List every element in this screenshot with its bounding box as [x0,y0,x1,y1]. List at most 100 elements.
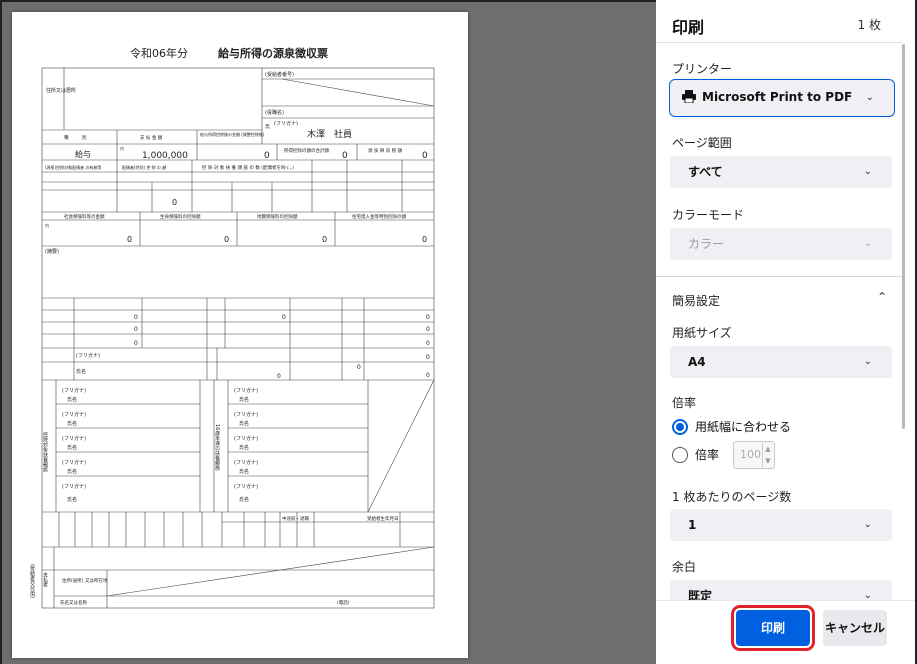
under16-section: 16歳未満の扶養親族 [214,424,220,472]
col-total-deduct: 所得控除の額の合計額 [284,147,329,154]
housing-loan-value: 0 [422,235,427,244]
u16-5-name: 氏名 [239,496,249,503]
pages-per-sheet-value: 1 [688,518,697,532]
dep4-name: 氏名 [67,468,77,475]
u16-2-kana: (フリガナ) [234,411,258,418]
withholding-slip-form: 令和06年分 給与所得の源泉徴収票 (受給者番号) (役職名) (フリガナ) 氏… [29,46,435,609]
doc-title-main: 給与所得の源泉徴収票 [218,46,328,60]
dep2-kana: (フリガナ) [62,411,86,418]
payer-section: 支払者 [42,571,48,588]
spouse-name: 氏名 [76,368,86,375]
dep1-kana: (フリガナ) [62,387,86,394]
insurance-quake-value: 0 [322,235,327,244]
scale-input[interactable]: 100 ▲ ▼ [733,441,775,469]
print-settings-panel: 印刷 1 枚 プリンター Microsoft Print to PDF ⌄ ペー… [656,0,917,664]
print-preview-area: 令和06年分 給与所得の源泉徴収票 (受給者番号) (役職名) (フリガナ) 氏… [0,0,656,664]
total-deduct-value: 0 [342,151,348,161]
page-range-select[interactable]: すべて ⌄ [670,156,892,188]
page-range-label: ページ範囲 [672,136,732,150]
pages-per-sheet-select[interactable]: 1 ⌄ [670,509,892,541]
paper-size-value: A4 [688,355,706,369]
spouse-kana: (フリガナ) [76,352,100,359]
scale-option-label: 倍率 [695,448,720,462]
paper-size-label: 用紙サイズ [672,326,732,340]
insurance-quake: 地震保険料の控除額 [257,213,298,220]
dependents-header: 控 除 対 象 扶 養 親 族 の 数 (配偶者を除く。) [202,164,294,171]
u16-4-name: 氏名 [239,468,249,475]
scale-label: 倍率 [672,396,697,410]
chevron-down-icon: ⌄ [863,166,872,177]
detail-zero-5: 0 [426,314,430,321]
spouse-special-value: 0 [172,198,177,207]
fit-width-label: 用紙幅に合わせる [695,420,792,434]
dep3-name: 氏名 [67,444,77,451]
fit-width-option[interactable]: 用紙幅に合わせる [672,418,791,435]
color-mode-select[interactable]: カラー ⌄ [670,228,892,260]
col-type: 種 別 [64,134,87,141]
col-deduct: 給与所得控除後の金額 (調整控除後) [200,131,265,137]
insurance-social-value: 0 [127,235,132,244]
color-mode-value: カラー [688,237,725,251]
paper-size-select[interactable]: A4 ⌄ [670,346,892,378]
year-header: 中途就・退職 [282,515,309,522]
payer-address: 住所(居所) 又は所在地 [62,577,108,584]
inner-mark-2: 内 [45,222,49,228]
insurance-life: 生命保険料の控除額 [160,213,201,220]
dialog-title: 印刷 [672,18,705,37]
detail-zero-3: 0 [134,340,138,347]
u16-5-kana: (フリガナ) [234,483,258,490]
deduct-value: 0 [264,151,270,161]
payer-name: 氏名又は名称 [60,599,87,606]
header-divider [656,42,902,43]
dep2-name: 氏名 [67,420,77,427]
dep1-name: 氏名 [67,396,77,403]
simple-settings-label: 簡易設定 [672,294,721,308]
u16-1-name: 氏名 [239,396,249,403]
u16-2-name: 氏名 [239,420,249,427]
address-label: 住所又は居所 [46,87,76,94]
detail-zero-11: 0 [277,373,281,380]
payer-phone: (電話) [337,599,350,606]
preview-page: 令和06年分 給与所得の源泉徴収票 (受給者番号) (役職名) (フリガナ) 氏… [12,12,468,658]
col-payment: 支 払 金 額 [140,134,163,141]
detail-zero-6: 0 [426,326,430,333]
chevron-up-icon[interactable]: ⌃ [877,290,887,304]
detail-zero-2: 0 [134,326,138,333]
print-button[interactable]: 印刷 [731,605,815,651]
summary-label: (摘要) [45,248,59,255]
pages-per-sheet-label: 1 枚あたりのページ数 [672,490,792,504]
spouse-label: (源泉)控除対象配偶者 の有無等 [45,164,101,170]
dep5-name: 氏名 [67,496,77,503]
printer-value: Microsoft Print to PDF [702,90,853,104]
printer-label: プリンター [672,62,733,76]
doc-title-year: 令和06年分 [130,46,188,60]
chevron-down-icon: ⌄ [863,238,872,249]
fit-width-radio[interactable] [672,418,688,435]
u16-4-kana: (フリガナ) [234,459,258,466]
payment-value: 1,000,000 [142,151,188,161]
spinner-icon[interactable]: ▲ ▼ [762,443,773,467]
chevron-down-icon: ⌄ [863,519,872,530]
chevron-down-icon: ⌄ [865,92,874,103]
printer-select[interactable]: Microsoft Print to PDF ⌄ [669,79,895,117]
scale-radio[interactable] [672,446,688,463]
print-dialog: 令和06年分 給与所得の源泉徴収票 (受給者番号) (役職名) (フリガナ) 氏… [0,0,917,664]
housing-loan: 住宅借入金等特別控除の額 [352,213,406,220]
chevron-down-icon: ⌄ [863,356,872,367]
dep5-kana: (フリガナ) [62,483,86,490]
settings-scrollbar[interactable] [902,44,905,429]
cancel-button[interactable]: キャンセル [823,610,887,646]
tax-value: 0 [422,151,428,161]
dependent-section: 控除対象扶養親族 [42,431,48,473]
printer-icon [682,89,696,103]
dep3-kana: (フリガナ) [62,435,86,442]
u16-3-kana: (フリガナ) [234,435,258,442]
detail-zero-10: 0 [357,364,361,371]
spouse-special: 配偶者(特別) 控 除 の 額 [122,164,166,170]
role-label: (役職名) [265,109,284,116]
side-label: (受給者交付用) [29,564,35,598]
type-value: 給与 [75,149,91,159]
scale-option[interactable]: 倍率 [672,446,719,463]
recipient-name: 木澤 社員 [307,128,352,140]
page-range-value: すべて [688,165,723,179]
